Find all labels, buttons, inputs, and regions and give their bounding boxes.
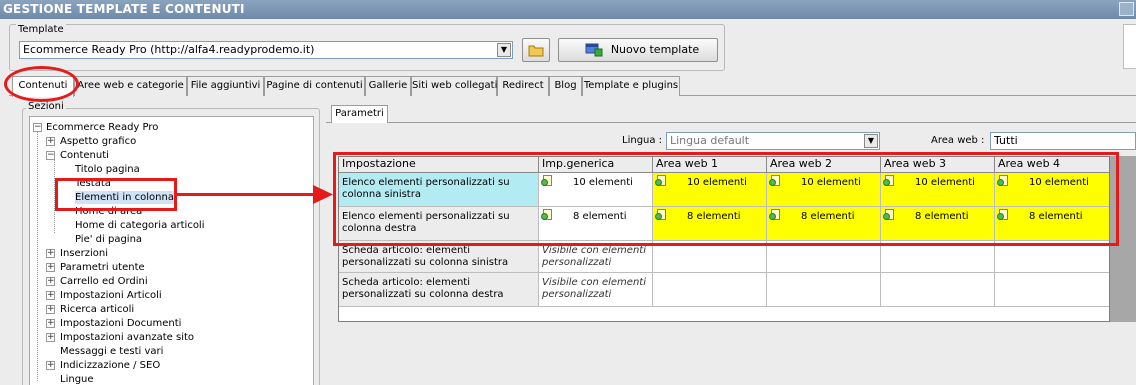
new-template-label: Nuovo template <box>610 43 700 56</box>
annotation-box-grid <box>333 152 1119 246</box>
expand-icon[interactable]: + <box>46 137 55 146</box>
chevron-down-icon[interactable]: ▼ <box>497 43 511 57</box>
expand-icon[interactable]: + <box>46 361 55 370</box>
row-label[interactable]: Scheda articolo: elementi personalizzati… <box>339 273 539 307</box>
tab-aree-web[interactable]: Aree web e categorie <box>74 76 187 96</box>
expand-icon[interactable]: + <box>46 277 55 286</box>
tab-siti-web-collegati[interactable]: Siti web collegati <box>411 76 497 96</box>
tree-item-seo[interactable]: Indicizzazione / SEO <box>60 359 160 372</box>
arrow-right-icon <box>313 185 333 204</box>
tree-item-inserzioni[interactable]: Inserzioni <box>60 247 108 260</box>
expand-icon[interactable]: + <box>46 263 55 272</box>
lingua-select-value: Lingua default <box>670 134 750 147</box>
new-template-button[interactable]: Nuovo template <box>558 38 718 62</box>
collapse-icon[interactable]: − <box>46 151 55 160</box>
template-label: Template <box>16 24 66 35</box>
template-select-value: Ecommerce Ready Pro (http://alfa4.readyp… <box>23 43 315 56</box>
tree-item-parametri-utente[interactable]: Parametri utente <box>60 261 145 274</box>
tab-redirect[interactable]: Redirect <box>497 76 549 96</box>
value-cell[interactable]: Visibile con elementi personalizzati <box>539 273 653 307</box>
tree-item-titolo-pagina[interactable]: Titolo pagina <box>75 163 140 176</box>
lingua-select[interactable]: Lingua default ▼ <box>666 132 880 150</box>
sections-tree: − Ecommerce Ready Pro + Aspetto grafico … <box>29 116 314 385</box>
add-window-icon <box>585 43 603 57</box>
tree-item-pie-pagina[interactable]: Pie' di pagina <box>75 233 142 246</box>
annotation-box-tree <box>55 178 177 211</box>
sections-label: Sezioni <box>26 101 66 112</box>
tree-item-impostazioni-avanzate[interactable]: Impostazioni avanzate sito <box>60 331 194 344</box>
expand-icon[interactable]: + <box>46 319 55 328</box>
template-select[interactable]: Ecommerce Ready Pro (http://alfa4.readyp… <box>19 41 513 59</box>
expand-icon[interactable]: + <box>46 333 55 342</box>
tree-item-contenuti[interactable]: Contenuti <box>60 149 109 162</box>
empty-cell[interactable] <box>881 273 995 307</box>
params-baseline <box>326 122 1136 123</box>
tab-template-plugins[interactable]: Template e plugins <box>582 76 680 96</box>
tree-guide <box>37 129 38 381</box>
tree-item-messaggi[interactable]: Messaggi e testi vari <box>60 345 163 358</box>
annotation-arrow-line <box>177 193 317 196</box>
empty-cell[interactable] <box>653 273 767 307</box>
tree-item-carrello[interactable]: Carrello ed Ordini <box>60 275 148 288</box>
expand-icon[interactable]: + <box>46 249 55 258</box>
tree-item-root[interactable]: Ecommerce Ready Pro <box>46 121 158 134</box>
lingua-label: Lingua : <box>622 135 663 146</box>
tree-item-lingue[interactable]: Lingue <box>60 373 94 385</box>
tab-blog[interactable]: Blog <box>549 76 582 96</box>
empty-cell[interactable] <box>995 273 1109 307</box>
folder-icon <box>528 45 544 57</box>
tab-gallerie[interactable]: Gallerie <box>365 76 411 96</box>
tab-file-aggiuntivi[interactable]: File aggiuntivi <box>187 76 264 96</box>
expand-icon[interactable]: + <box>46 305 55 314</box>
chevron-down-icon[interactable]: ▼ <box>864 134 878 148</box>
tab-pagine-contenuti[interactable]: Pagine di contenuti <box>264 76 365 96</box>
tree-item-ricerca-articoli[interactable]: Ricerca articoli <box>60 303 134 316</box>
area-web-select-value: Tutti <box>994 134 1018 147</box>
tree-item-impostazioni-documenti[interactable]: Impostazioni Documenti <box>60 317 181 330</box>
expand-icon[interactable]: + <box>46 291 55 300</box>
tab-parametri[interactable]: Parametri <box>331 105 388 123</box>
tree-item-impostazioni-articoli[interactable]: Impostazioni Articoli <box>60 289 162 302</box>
area-web-label: Area web : <box>931 135 985 146</box>
tree-item-home-categoria[interactable]: Home di categoria articoli <box>75 219 205 232</box>
side-panel-edge <box>1123 24 1136 69</box>
collapse-icon[interactable]: − <box>33 123 42 132</box>
open-folder-button[interactable] <box>522 38 550 62</box>
annotation-ellipse <box>4 66 79 102</box>
window-button[interactable] <box>1119 2 1134 16</box>
window-title: GESTIONE TEMPLATE E CONTENUTI <box>0 0 1136 19</box>
area-web-select[interactable]: Tutti <box>990 132 1136 150</box>
empty-cell[interactable] <box>767 273 881 307</box>
tree-item-aspetto-grafico[interactable]: Aspetto grafico <box>60 135 136 148</box>
